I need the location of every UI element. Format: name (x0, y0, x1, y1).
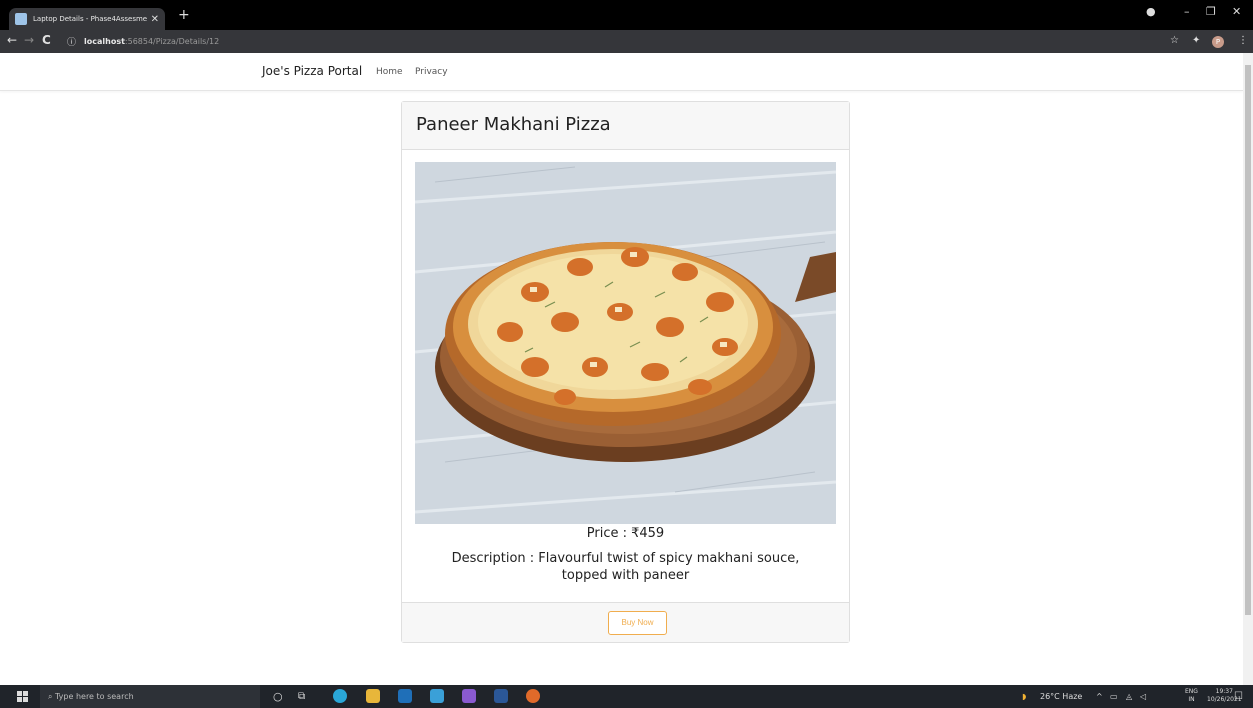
weather-text[interactable]: 26°C Haze (1040, 685, 1082, 708)
nav-home-link[interactable]: Home (376, 67, 403, 77)
mail-icon[interactable] (430, 689, 444, 703)
visual-studio-icon[interactable] (462, 689, 476, 703)
pizza-price: Price : ₹459 (586, 526, 665, 541)
page-scrollbar[interactable] (1243, 53, 1253, 685)
back-arrow-icon[interactable]: ← (7, 33, 17, 47)
url-path: :56854/Pizza/Details/12 (124, 37, 220, 46)
forward-arrow-icon[interactable]: → (24, 33, 34, 47)
battery-icon[interactable]: ▭ (1110, 685, 1118, 708)
site-brand[interactable]: Joe's Pizza Portal (262, 64, 362, 78)
page-favicon-icon (15, 13, 27, 25)
task-view-icon[interactable]: ⧉ (298, 685, 305, 708)
card-header: Paneer Makhani Pizza (402, 102, 849, 150)
edge-icon[interactable] (333, 689, 347, 703)
bookmark-star-icon[interactable]: ☆ (1170, 35, 1179, 46)
restore-icon[interactable]: ❐ (1206, 5, 1216, 18)
browser-titlebar: Laptop Details - Phase4Assesme ✕ + ● – ❐… (0, 0, 1253, 30)
profile-avatar[interactable]: P (1212, 36, 1224, 48)
info-icon[interactable]: ⓘ (67, 35, 76, 48)
url-host: localhost (84, 37, 125, 46)
extensions-icon[interactable]: ✦ (1192, 35, 1200, 46)
menu-kebab-icon[interactable]: ⋮ (1238, 35, 1248, 46)
close-window-icon[interactable]: ✕ (1232, 5, 1241, 18)
store-icon[interactable] (398, 689, 412, 703)
card-footer: Buy Now (402, 602, 849, 642)
browser-tab[interactable]: Laptop Details - Phase4Assesme ✕ (9, 8, 165, 30)
tab-close-icon[interactable]: ✕ (151, 14, 159, 25)
windows-taskbar: ⌕ Type here to search ○ ⧉ ◗ 26°C Haze ^ … (0, 685, 1253, 708)
file-explorer-icon[interactable] (366, 689, 380, 703)
network-icon[interactable]: ◬ (1126, 685, 1132, 708)
reload-icon[interactable]: C (42, 33, 51, 47)
address-bar[interactable]: localhost:56854/Pizza/Details/12 (84, 33, 219, 50)
taskbar-search-input[interactable]: ⌕ Type here to search (40, 685, 260, 708)
new-tab-button[interactable]: + (178, 7, 190, 23)
pizza-title: Paneer Makhani Pizza (416, 114, 611, 135)
pizza-image (415, 162, 836, 524)
weather-icon: ◗ (1022, 692, 1027, 701)
cortana-icon[interactable]: ○ (273, 685, 283, 708)
pizza-card: Paneer Makhani Pizza Price: ₹459 Descri… (401, 101, 850, 643)
buy-now-button[interactable]: Buy Now (608, 611, 667, 635)
site-navbar: Joe's Pizza Portal Home Privacy (0, 53, 1243, 91)
minimize-icon[interactable]: – (1184, 5, 1190, 18)
windows-start-icon[interactable] (17, 691, 28, 702)
language-indicator[interactable]: ENG IN (1185, 688, 1198, 704)
tray-chevron-icon[interactable]: ^ (1096, 685, 1103, 708)
tab-title: Laptop Details - Phase4Assesme (33, 15, 147, 23)
nav-privacy-link[interactable]: Privacy (415, 67, 448, 77)
scrollbar-thumb[interactable] (1245, 65, 1251, 615)
volume-icon[interactable]: ◁ (1140, 685, 1146, 708)
pizza-description: Description : Flavourful twist of spicy … (451, 551, 800, 583)
word-icon[interactable] (494, 689, 508, 703)
notifications-icon[interactable]: ☐ (1234, 685, 1243, 708)
search-icon: ⌕ (48, 692, 56, 701)
search-placeholder: Type here to search (55, 692, 134, 701)
browser-toolbar: ← → C ⓘ localhost:56854/Pizza/Details/12… (0, 30, 1253, 53)
chrome-media-icon[interactable]: ● (1146, 5, 1156, 18)
chrome-icon[interactable] (526, 689, 540, 703)
